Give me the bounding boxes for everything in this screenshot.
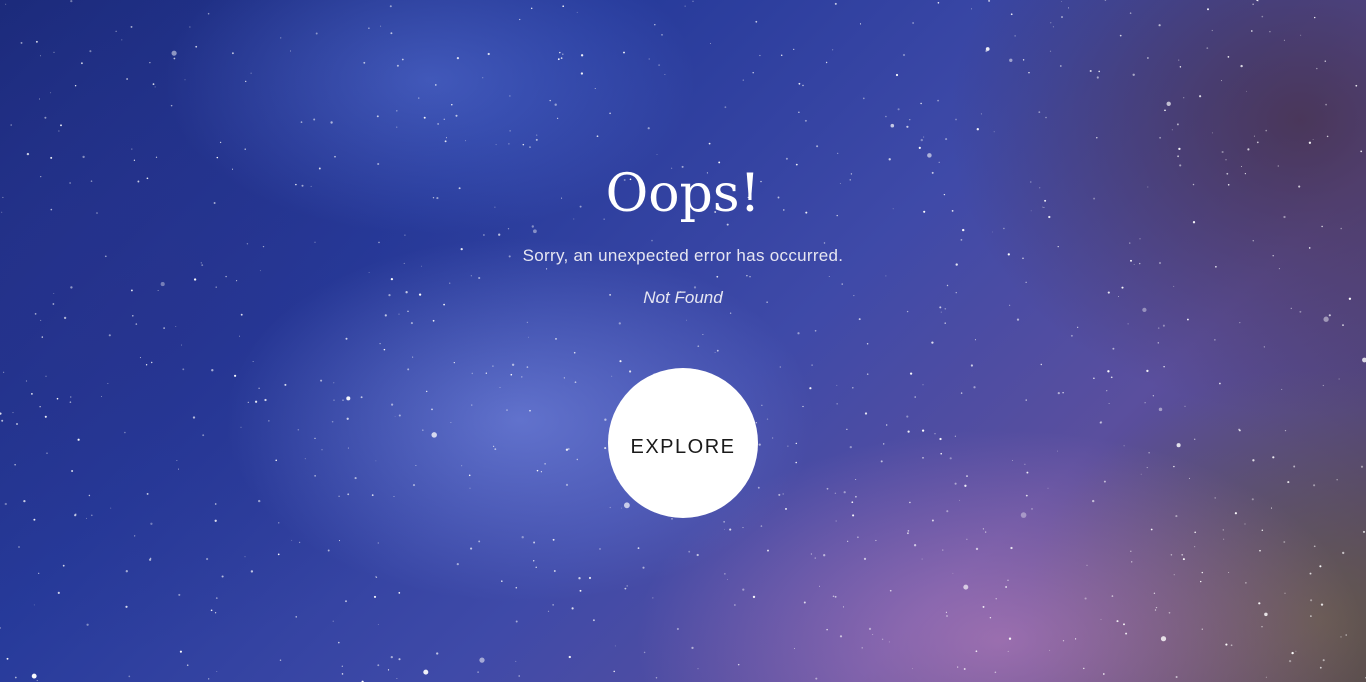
error-page: Oops! Sorry, an unexpected error has occ… bbox=[0, 0, 1366, 682]
error-message: Sorry, an unexpected error has occurred. bbox=[522, 246, 844, 265]
error-status-text: Not Found bbox=[643, 288, 723, 307]
starry-sky-background: Oops! Sorry, an unexpected error has occ… bbox=[0, 0, 1366, 682]
explore-button[interactable]: EXPLORE bbox=[608, 368, 758, 518]
page-title: Oops! bbox=[605, 164, 761, 224]
